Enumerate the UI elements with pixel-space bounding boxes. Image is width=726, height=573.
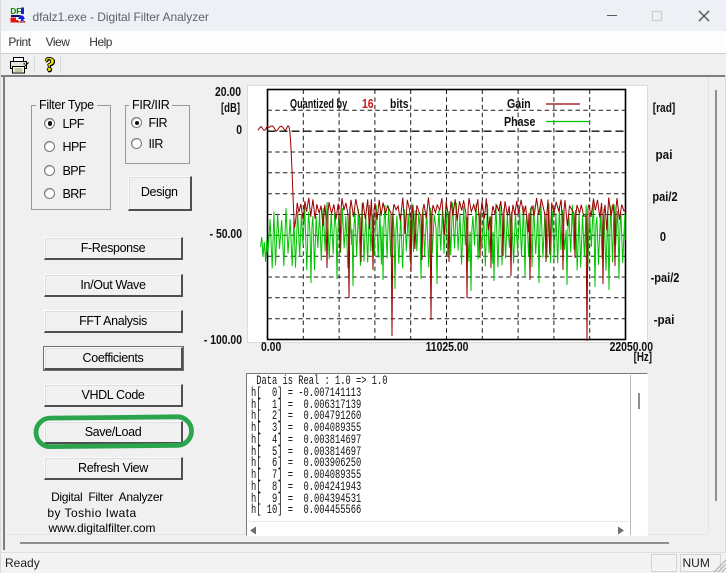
- svg-text:DF: DF: [10, 7, 21, 16]
